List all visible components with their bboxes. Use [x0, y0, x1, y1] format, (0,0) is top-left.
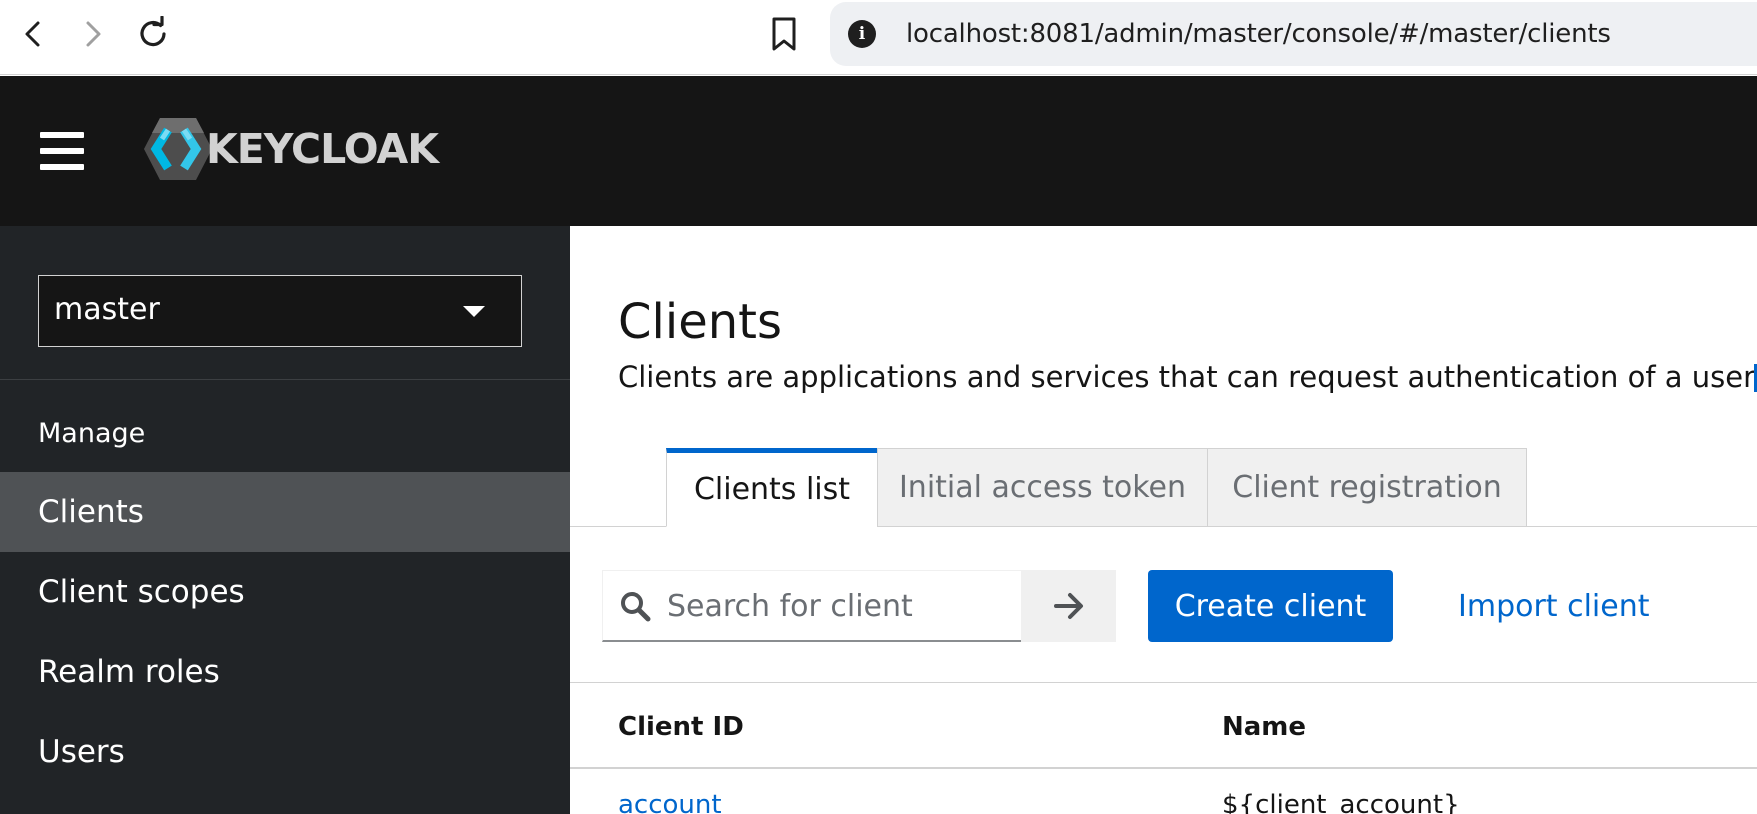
page-title: Clients [618, 294, 782, 350]
main-content: Clients Clients are applications and ser… [570, 226, 1757, 814]
tab-client-registration[interactable]: Client registration [1207, 448, 1527, 527]
site-info-icon[interactable]: i [848, 20, 876, 48]
keycloak-logo-icon [144, 118, 212, 180]
caret-down-icon [463, 306, 485, 317]
search-icon [619, 590, 651, 627]
import-client-button[interactable]: Import client [1458, 570, 1650, 642]
masthead: KEYCLOAK [0, 76, 1757, 226]
logo-text: KEYCLOAK [206, 125, 439, 173]
search-input[interactable] [667, 571, 1017, 641]
create-client-button[interactable]: Create client [1148, 570, 1393, 642]
sidebar-item-users[interactable]: Users [0, 712, 570, 792]
realm-selector[interactable]: master [38, 275, 522, 347]
page-description: Clients are applications and services th… [618, 360, 1757, 394]
table-header-divider [570, 767, 1757, 769]
browser-toolbar: i localhost:8081/admin/master/console/#/… [0, 0, 1757, 75]
keycloak-logo[interactable]: KEYCLOAK [142, 116, 439, 182]
url-text[interactable]: localhost:8081/admin/master/console/#/ma… [906, 19, 1611, 49]
sidebar-item-clients[interactable]: Clients [0, 472, 570, 552]
tab-clients-list[interactable]: Clients list [666, 448, 878, 527]
sidebar-item-realm-roles[interactable]: Realm roles [0, 632, 570, 712]
table-cell-name: ${client_account} [1222, 790, 1460, 814]
nav-section-manage: Manage [38, 418, 146, 449]
hamburger-menu-icon[interactable] [40, 132, 84, 170]
sidebar-divider [0, 379, 570, 380]
table-cell-client-id-link[interactable]: account [618, 790, 722, 814]
search-submit-button[interactable] [1021, 570, 1116, 642]
table-top-divider [570, 682, 1757, 683]
sidebar-item-client-scopes[interactable]: Client scopes [0, 552, 570, 632]
back-arrow-icon[interactable] [14, 14, 54, 54]
arrow-right-icon [1053, 593, 1083, 619]
bookmark-icon[interactable] [764, 14, 804, 54]
address-bar[interactable]: i localhost:8081/admin/master/console/#/… [830, 2, 1757, 66]
column-header-client-id[interactable]: Client ID [618, 712, 744, 742]
realm-selector-value: master [54, 292, 160, 327]
tab-initial-access-token[interactable]: Initial access token [877, 448, 1208, 527]
reload-icon[interactable] [133, 14, 173, 54]
column-header-name[interactable]: Name [1222, 712, 1306, 742]
sidebar: master Manage Clients Client scopes Real… [0, 226, 570, 814]
search-box [602, 570, 1022, 642]
forward-arrow-icon[interactable] [72, 14, 112, 54]
